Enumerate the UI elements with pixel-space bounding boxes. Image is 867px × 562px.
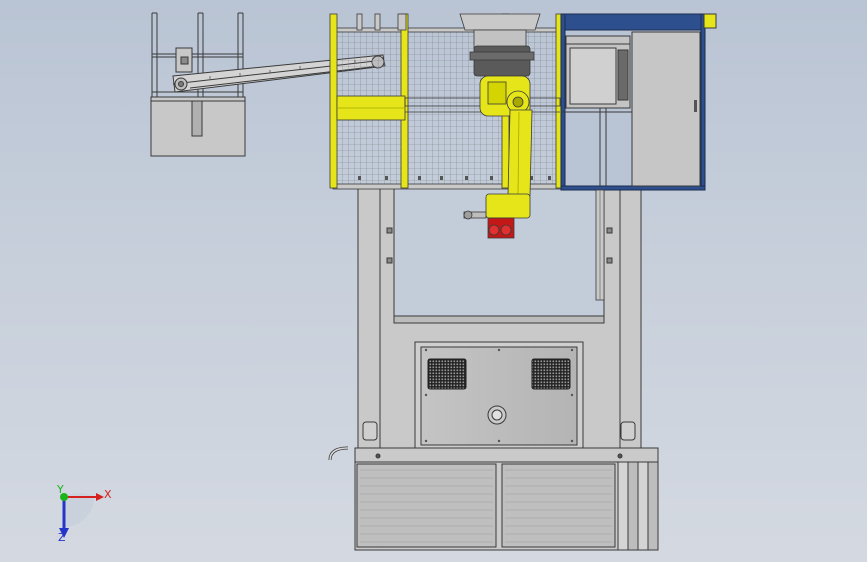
z-axis-label: Z: [58, 531, 66, 544]
cad-drawing-canvas: X Y Z: [56, 12, 717, 551]
y-axis-label: Y: [56, 483, 64, 496]
axis-triad: X Y Z: [56, 483, 112, 544]
x-axis-label: X: [104, 488, 112, 501]
base-cabinet: [354, 447, 659, 551]
side-rail: [595, 189, 605, 301]
machine-base-frame: [328, 187, 642, 461]
blue-control-cabinet: [560, 13, 717, 191]
